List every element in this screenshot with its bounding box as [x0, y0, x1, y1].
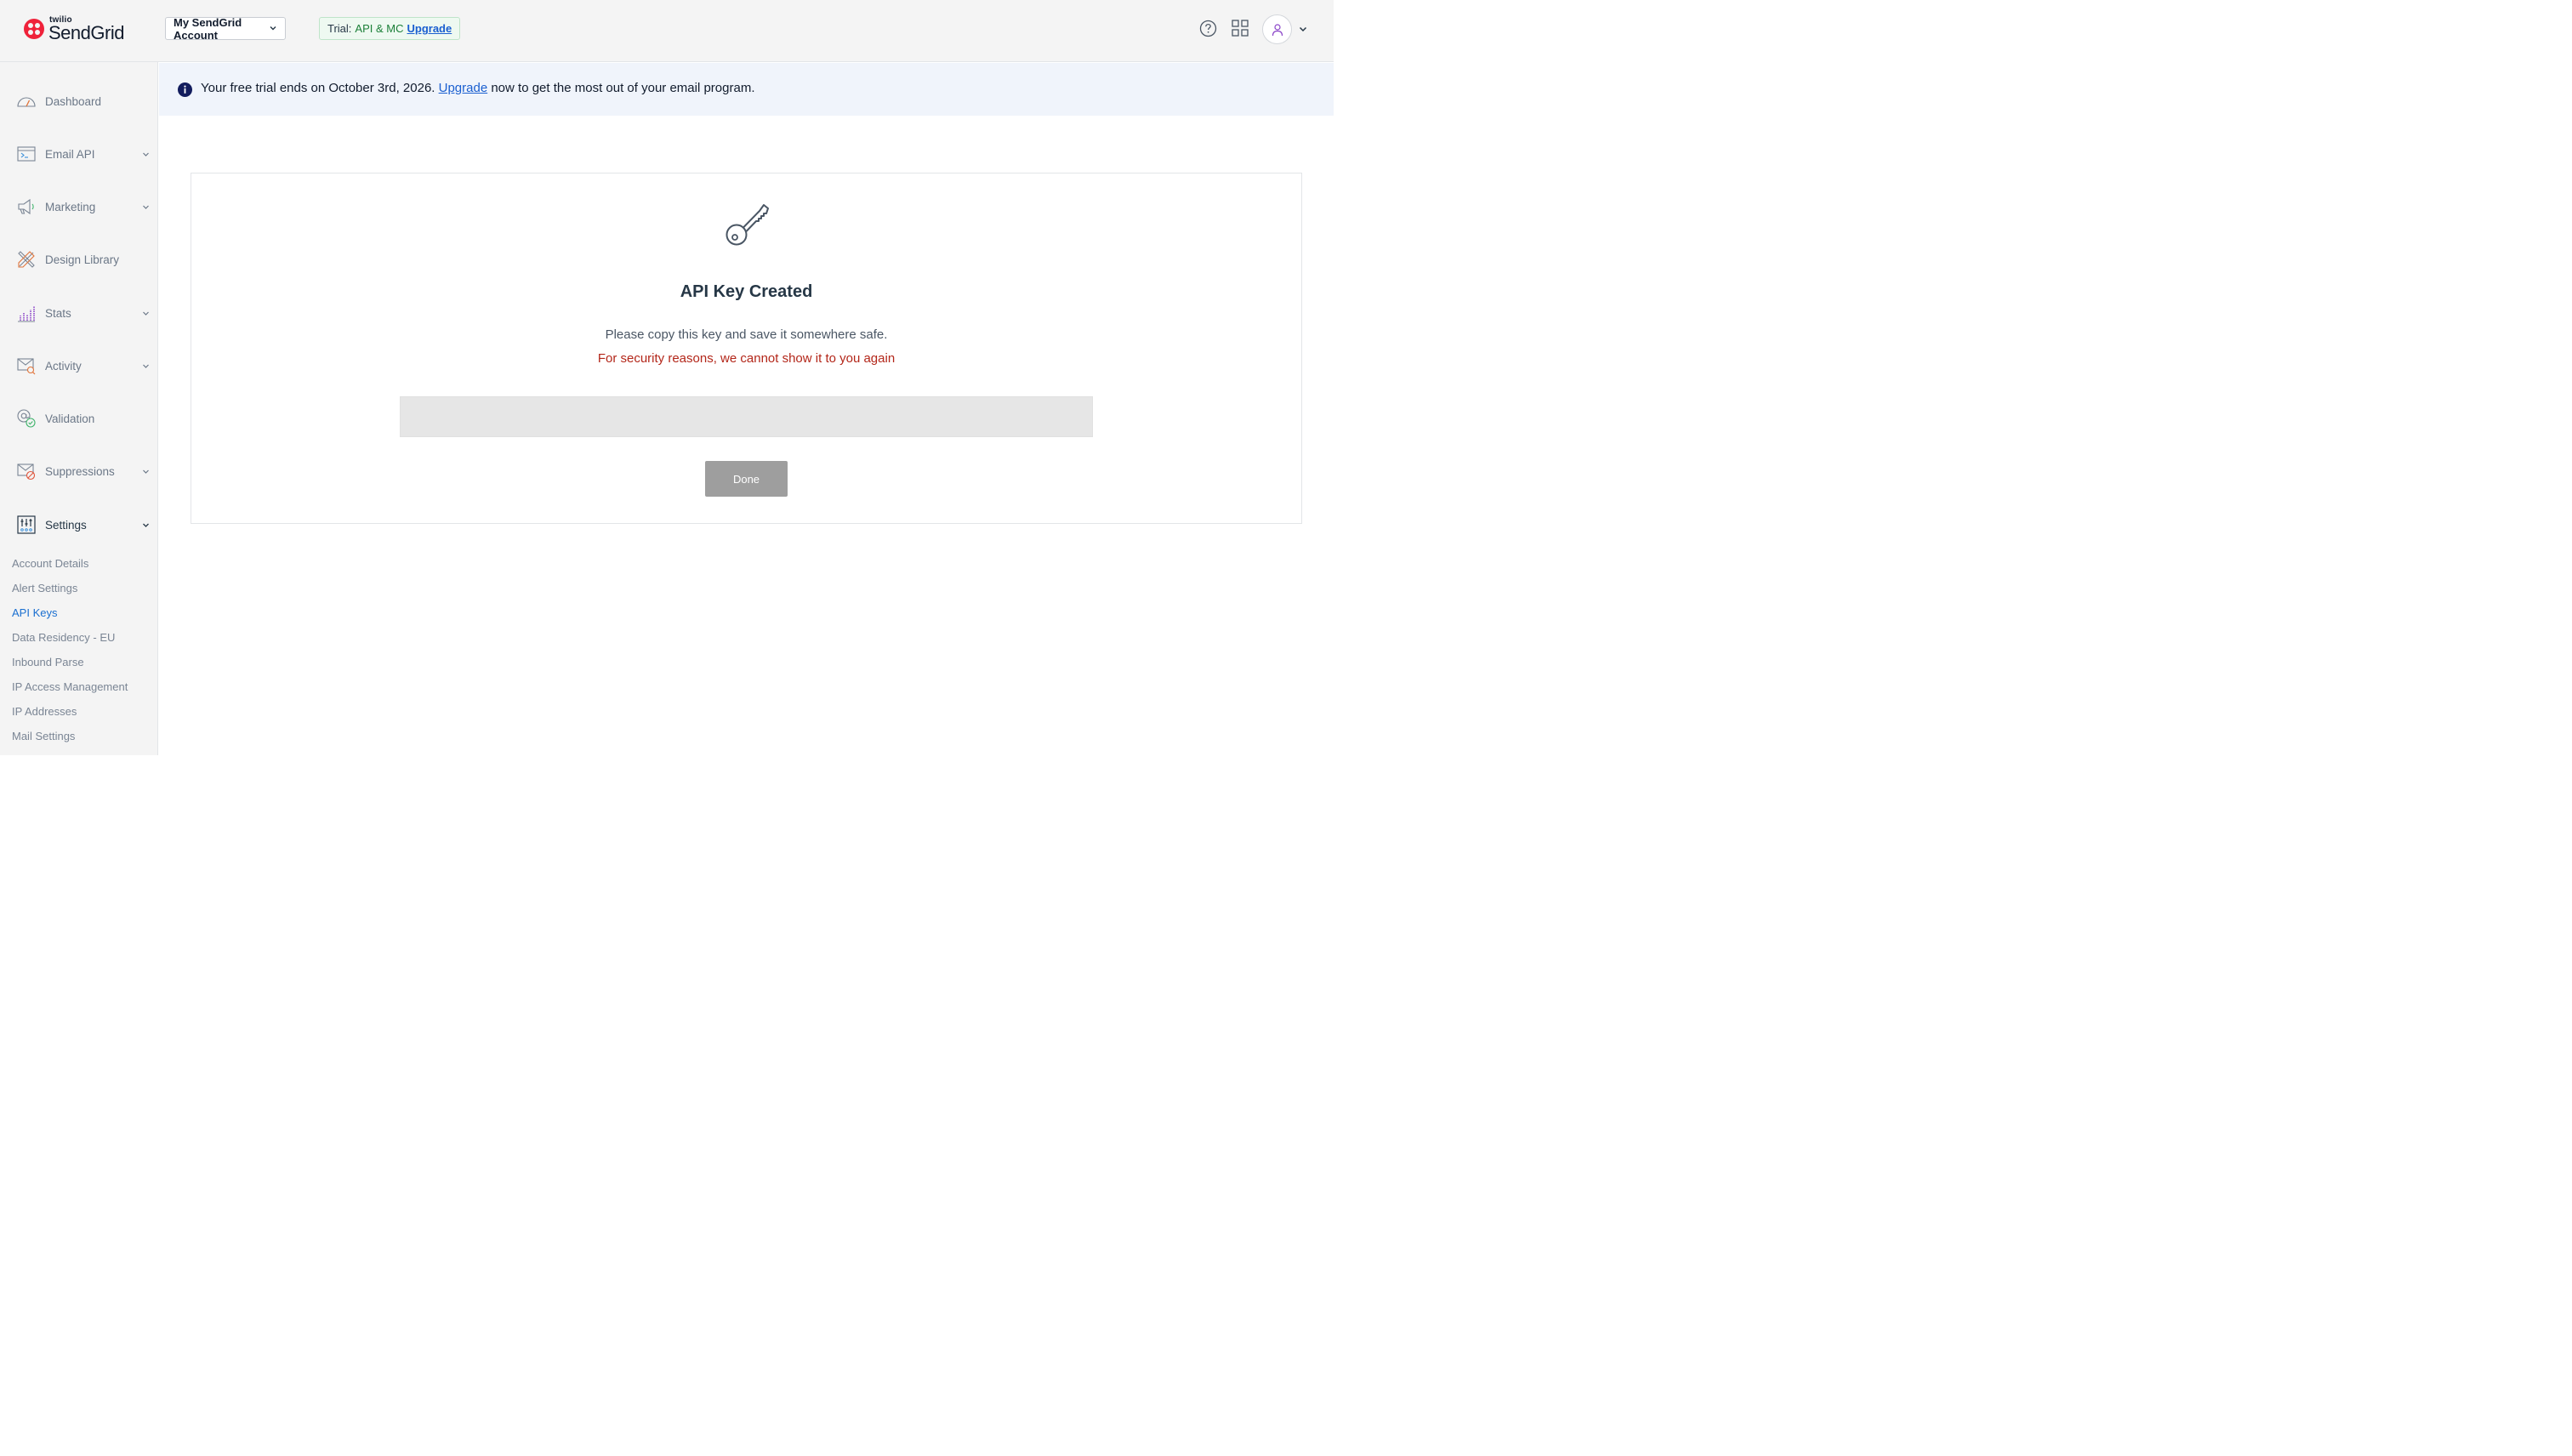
sidebar-item-suppressions[interactable]: Suppressions	[0, 454, 158, 488]
sidebar-item-label: Validation	[45, 412, 95, 425]
sendgrid-logo[interactable]: twilio SendGrid	[24, 15, 124, 43]
chevron-down-icon	[143, 311, 149, 316]
sidebar-item-validation[interactable]: Validation	[0, 401, 158, 435]
dashboard-gauge-icon	[17, 97, 36, 107]
sidebar-subitem-data-residency[interactable]: Data Residency - EU	[12, 631, 115, 644]
sidebar-item-stats[interactable]: Stats	[0, 296, 158, 330]
sliders-icon	[17, 515, 36, 534]
card-security-warning: For security reasons, we cannot show it …	[597, 351, 896, 366]
sidebar-subitem-api-keys[interactable]: API Keys	[12, 606, 57, 619]
api-key-created-card: API Key Created Please copy this key and…	[191, 173, 1302, 524]
info-icon	[178, 82, 192, 97]
at-check-icon	[17, 409, 36, 428]
megaphone-icon	[18, 198, 34, 215]
sidebar-subitem-ip-access-management[interactable]: IP Access Management	[12, 680, 128, 693]
envelope-block-icon	[17, 464, 36, 481]
chevron-down-icon	[143, 152, 149, 156]
pencil-ruler-icon	[18, 251, 35, 268]
twilio-logo-icon	[24, 19, 44, 39]
card-instruction: Please copy this key and save it somewhe…	[605, 327, 888, 342]
card-title: API Key Created	[680, 282, 813, 301]
top-bar: twilio SendGrid My SendGrid Account Tria…	[0, 0, 1334, 62]
sidebar-subitem-alert-settings[interactable]: Alert Settings	[12, 582, 77, 594]
banner-message: Your free trial ends on October 3rd, 202…	[201, 81, 755, 95]
sidebar-subitem-ip-addresses[interactable]: IP Addresses	[12, 705, 77, 718]
key-icon	[726, 204, 769, 246]
sidebar-item-marketing[interactable]: Marketing	[0, 190, 158, 224]
trial-label: Trial:	[327, 22, 352, 35]
sidebar-subitem-inbound-parse[interactable]: Inbound Parse	[12, 656, 84, 668]
sidebar-item-design-library[interactable]: Design Library	[0, 242, 158, 276]
sidebar-item-email-api[interactable]: Email API	[0, 137, 158, 171]
api-key-value-field[interactable]	[400, 396, 1093, 437]
banner-upgrade-link[interactable]: Upgrade	[439, 81, 488, 95]
done-button[interactable]: Done	[705, 461, 788, 497]
user-avatar-button[interactable]	[1262, 14, 1292, 44]
sidebar-item-label: Stats	[45, 306, 71, 320]
logo-sendgrid-text: SendGrid	[48, 21, 124, 43]
sidebar-item-label: Settings	[45, 518, 87, 532]
account-selector[interactable]: My SendGrid Account	[165, 16, 286, 42]
trial-badge: Trial: API & MC Upgrade	[319, 17, 461, 40]
sidebar-item-label: Suppressions	[45, 464, 115, 478]
sidebar-nav: Dashboard Email API Marketing Design Lib…	[0, 62, 158, 755]
trial-banner: Your free trial ends on October 3rd, 202…	[159, 63, 1334, 116]
sidebar-subitem-account-details[interactable]: Account Details	[12, 557, 88, 570]
sidebar-item-label: Marketing	[45, 200, 96, 213]
banner-text-before: Your free trial ends on October 3rd, 202…	[201, 81, 439, 95]
sidebar-item-label: Email API	[45, 147, 95, 161]
envelope-search-icon	[17, 358, 36, 375]
banner-text-after: now to get the most out of your email pr…	[487, 81, 755, 95]
terminal-window-icon	[17, 146, 36, 162]
sidebar-item-dashboard[interactable]: Dashboard	[0, 84, 158, 118]
chevron-down-icon	[143, 523, 149, 527]
sidebar-item-label: Design Library	[45, 253, 120, 266]
sidebar-item-settings[interactable]: Settings	[0, 508, 158, 542]
chevron-down-icon[interactable]	[1298, 24, 1308, 34]
sidebar-item-activity[interactable]: Activity	[0, 349, 158, 383]
trial-plan: API & MC	[355, 22, 404, 35]
chevron-down-icon	[143, 205, 149, 209]
sidebar-item-label: Dashboard	[45, 94, 102, 108]
apps-grid-icon[interactable]	[1232, 20, 1249, 37]
sidebar-subitem-mail-settings[interactable]: Mail Settings	[12, 730, 75, 742]
chevron-down-icon	[143, 364, 149, 368]
chevron-down-icon	[143, 469, 149, 474]
user-icon	[1272, 23, 1283, 36]
help-question-icon[interactable]	[1199, 20, 1217, 37]
trial-upgrade-link[interactable]: Upgrade	[407, 22, 452, 35]
sidebar-item-label: Activity	[45, 359, 82, 373]
chevron-down-icon	[270, 26, 276, 31]
bar-chart-icon	[18, 306, 35, 322]
